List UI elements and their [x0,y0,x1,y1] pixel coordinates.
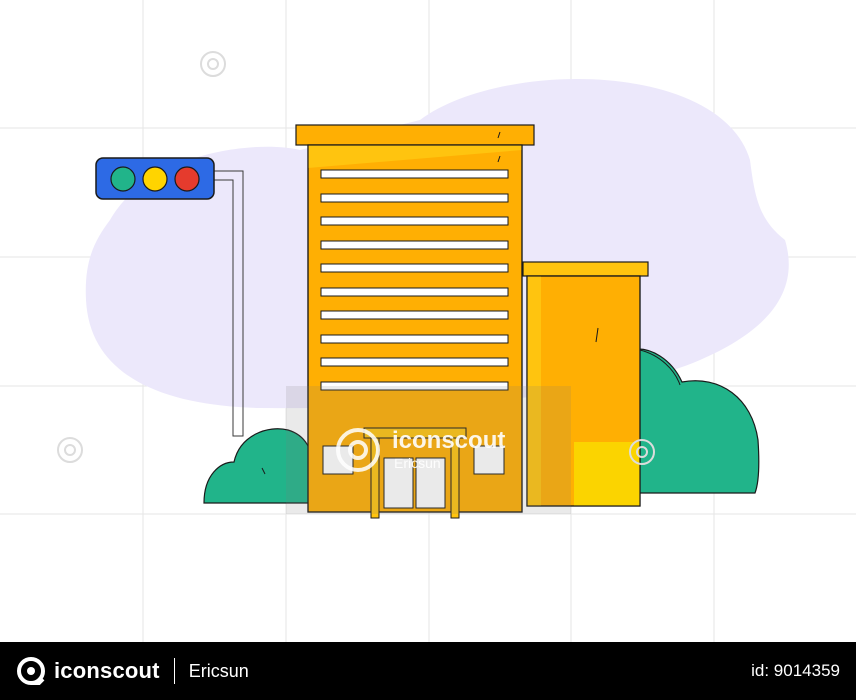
red-light [174,166,200,192]
footer-author[interactable]: Ericsun [189,661,249,682]
footer-asset-id: id: 9014359 [751,661,840,680]
watermark-author: Ericsun [394,455,441,471]
footer-brand-name: iconscout [54,658,160,683]
footer-bar: iconscout Ericsun id: 9014359 [0,642,856,700]
watermark-brand: iconscout [392,427,505,454]
traffic-light [95,157,215,200]
illustration: iconscout Ericsun [0,0,856,642]
right-bush [629,348,760,494]
yellow-light [142,166,168,192]
iconscout-logo-icon [17,657,45,685]
green-light [110,166,136,192]
footer-divider [173,658,175,684]
footer-brand[interactable]: iconscout [16,656,160,686]
